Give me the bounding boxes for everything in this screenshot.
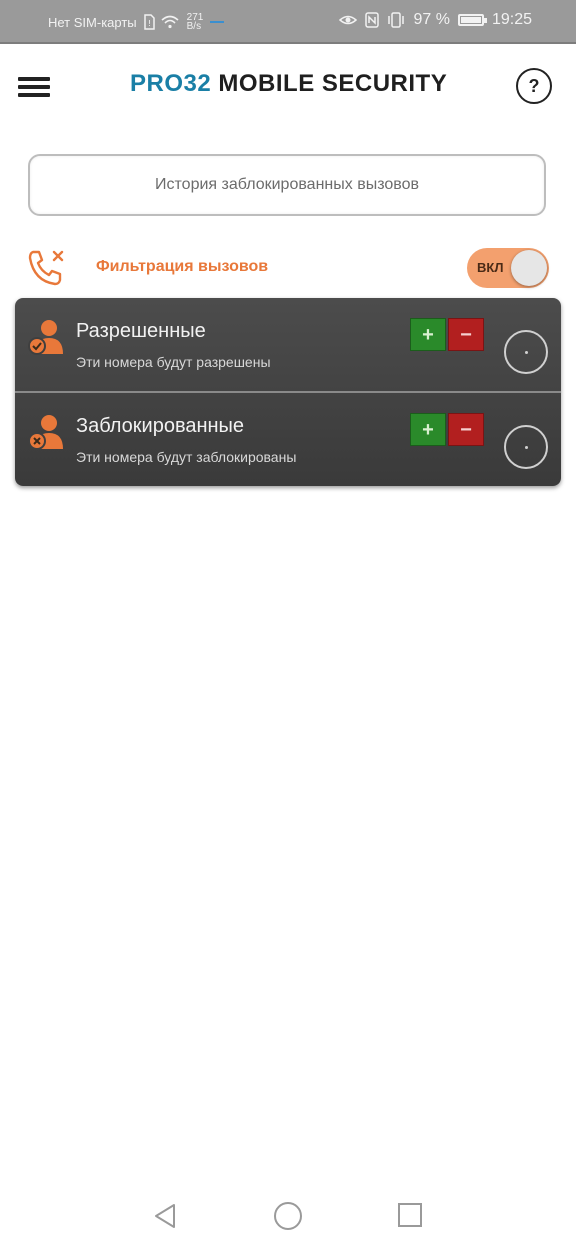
- person-blocked-icon: [28, 415, 63, 450]
- wifi-icon: [161, 15, 179, 29]
- sim-status-text: Нет SIM-карты: [48, 14, 137, 30]
- back-icon[interactable]: [152, 1202, 178, 1230]
- list-subtitle: Эти номера будут заблокированы: [76, 449, 297, 465]
- status-left: Нет SIM-карты ! 271 B/s: [48, 13, 225, 32]
- phone-blocked-icon: [28, 250, 64, 286]
- network-speed-unit: B/s: [186, 21, 202, 32]
- blocked-calls-history-button[interactable]: История заблокированных вызовов: [28, 154, 546, 216]
- list-subtitle: Эти номера будут разрешены: [76, 354, 271, 370]
- clock: 19:25: [491, 11, 532, 28]
- call-filter-toggle[interactable]: ВКЛ: [467, 248, 549, 288]
- nfc-icon: [365, 12, 380, 28]
- logo-text: MOBILE SECURITY: [211, 70, 448, 97]
- blocked-list-radio[interactable]: [504, 425, 548, 469]
- svg-text:!: !: [148, 19, 151, 28]
- allowed-list-radio[interactable]: [504, 330, 548, 374]
- person-check-icon: [28, 320, 63, 355]
- help-button[interactable]: ?: [516, 68, 552, 104]
- eye-comfort-icon: [339, 15, 358, 25]
- list-title: Заблокированные: [76, 415, 245, 437]
- toggle-knob: [511, 250, 547, 286]
- add-blocked-number-button[interactable]: +: [410, 413, 446, 446]
- system-nav-bar: [0, 1180, 576, 1247]
- status-bar: Нет SIM-карты ! 271 B/s 97 % 19:25: [0, 0, 576, 44]
- data-activity-icon: [210, 21, 225, 23]
- call-filter-label: Фильтрация вызовов: [96, 258, 269, 275]
- list-title: Разрешенные: [76, 320, 206, 342]
- remove-allowed-number-button[interactable]: −: [448, 318, 484, 351]
- number-lists-panel: Разрешенные Эти номера будут разрешены +…: [15, 298, 561, 486]
- app-bar: PRO32 MOBILE SECURITY ?: [0, 44, 576, 128]
- app-logo: PRO32 MOBILE SECURITY: [130, 70, 447, 98]
- menu-icon[interactable]: [18, 77, 50, 97]
- list-item-blocked[interactable]: Заблокированные Эти номера будут заблоки…: [15, 393, 561, 486]
- logo-brand: PRO32: [130, 70, 212, 97]
- call-filter-row: Фильтрация вызовов ВКЛ: [0, 240, 576, 296]
- home-icon[interactable]: [274, 1202, 302, 1230]
- vibrate-icon: [388, 12, 405, 28]
- remove-blocked-number-button[interactable]: −: [448, 413, 484, 446]
- add-allowed-number-button[interactable]: +: [410, 318, 446, 351]
- sim-card-icon: !: [143, 14, 155, 30]
- network-speed: 271 B/s: [186, 13, 204, 32]
- status-right: 97 % 19:25: [339, 11, 532, 29]
- recent-apps-icon[interactable]: [398, 1203, 422, 1227]
- toggle-state-label: ВКЛ: [477, 260, 504, 275]
- battery-percent: 97 %: [413, 11, 450, 28]
- battery-icon: [457, 14, 487, 26]
- list-item-allowed[interactable]: Разрешенные Эти номера будут разрешены +…: [15, 298, 561, 391]
